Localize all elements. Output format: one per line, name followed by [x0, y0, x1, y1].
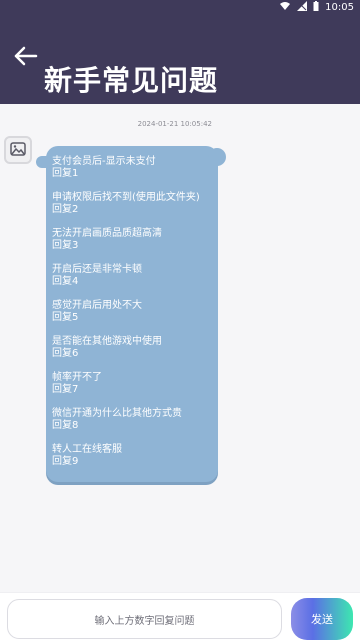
status-bar: 10:05 — [0, 0, 360, 14]
list-item: 申请权限后找不到(使用此文件夹) 回复2 — [52, 192, 212, 216]
list-item: 感觉开启后用处不大 回复5 — [52, 300, 212, 324]
image-placeholder-icon — [10, 141, 26, 160]
faq-question: 支付会员后-显示未支付 — [52, 156, 156, 167]
faq-list: 支付会员后-显示未支付 回复1 申请权限后找不到(使用此文件夹) 回复2 无法开… — [52, 156, 212, 480]
list-item: 转人工在线客服 回复9 — [52, 444, 212, 468]
faq-reply: 回复2 — [52, 204, 79, 215]
send-button[interactable]: 发送 — [291, 598, 353, 640]
status-icons: 10:05 — [279, 1, 354, 14]
reply-input[interactable]: 输入上方数字回复问题 — [7, 599, 282, 639]
faq-reply: 回复5 — [52, 312, 79, 323]
faq-reply: 回复3 — [52, 240, 79, 251]
list-item: 帧率开不了 回复7 — [52, 372, 212, 396]
input-bar: 输入上方数字回复问题 发送 — [0, 592, 360, 644]
page-title: 新手常见问题 — [44, 64, 219, 97]
avatar[interactable] — [4, 136, 32, 164]
faq-question: 转人工在线客服 — [52, 444, 122, 455]
faq-reply: 回复1 — [52, 168, 79, 179]
faq-reply: 回复7 — [52, 384, 79, 395]
battery-icon — [313, 1, 319, 14]
back-button[interactable] — [12, 42, 40, 70]
list-item: 支付会员后-显示未支付 回复1 — [52, 156, 212, 180]
faq-question: 帧率开不了 — [52, 372, 102, 383]
faq-reply: 回复4 — [52, 276, 79, 287]
faq-question: 是否能在其他游戏中使用 — [52, 336, 162, 347]
wifi-icon — [279, 1, 291, 14]
faq-reply: 回复9 — [52, 456, 79, 467]
faq-question: 开启后还是非常卡顿 — [52, 264, 142, 275]
list-item: 是否能在其他游戏中使用 回复6 — [52, 336, 212, 360]
list-item: 微信开通为什么比其他方式贵 回复8 — [52, 408, 212, 432]
list-item: 无法开启画质品质超高清 回复3 — [52, 228, 212, 252]
message-timestamp: 2024-01-21 10:05:42 — [137, 120, 212, 128]
status-time: 10:05 — [325, 2, 354, 13]
faq-question: 申请权限后找不到(使用此文件夹) — [52, 192, 200, 203]
back-arrow-icon — [12, 46, 40, 74]
list-item: 开启后还是非常卡顿 回复4 — [52, 264, 212, 288]
faq-reply: 回复8 — [52, 420, 79, 431]
signal-icon — [297, 1, 308, 14]
header: 新手常见问题 — [0, 14, 360, 104]
faq-question: 微信开通为什么比其他方式贵 — [52, 408, 182, 419]
faq-message-bubble: 支付会员后-显示未支付 回复1 申请权限后找不到(使用此文件夹) 回复2 无法开… — [36, 146, 226, 482]
faq-reply: 回复6 — [52, 348, 79, 359]
chat-area: 2024-01-21 10:05:42 支付会员后-显示未支付 回复1 申请权限… — [0, 104, 360, 592]
faq-question: 感觉开启后用处不大 — [52, 300, 142, 311]
faq-question: 无法开启画质品质超高清 — [52, 228, 162, 239]
